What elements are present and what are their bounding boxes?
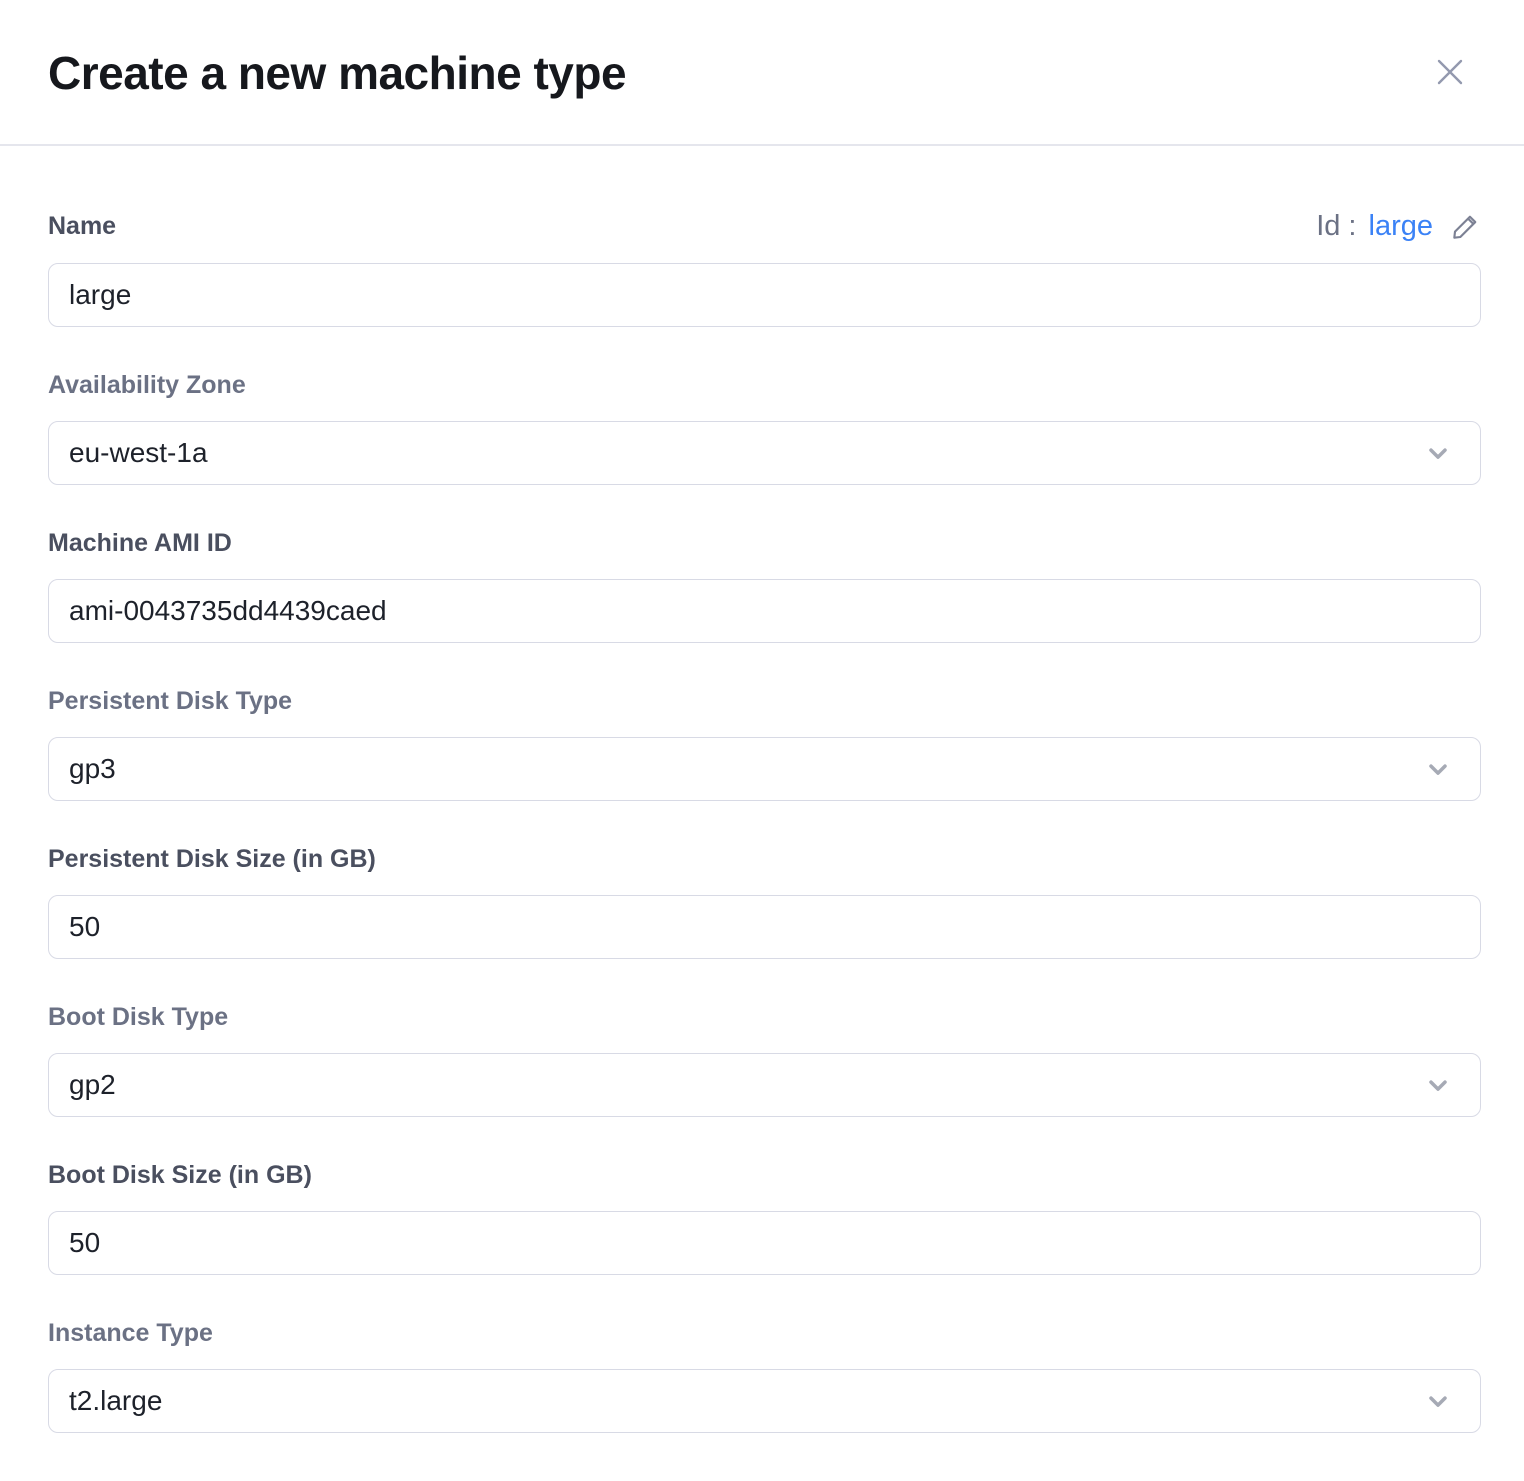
persistent-disk-type-select[interactable]: gp3: [48, 737, 1481, 801]
boot-disk-type-value: gp2: [69, 1069, 116, 1101]
name-label-row: Name Id : large: [48, 210, 1481, 243]
availability-zone-select[interactable]: eu-west-1a: [48, 421, 1481, 485]
persistent-disk-size-label: Persistent Disk Size (in GB): [48, 845, 376, 874]
close-button[interactable]: [1432, 54, 1468, 90]
instance-type-label: Instance Type: [48, 1319, 213, 1348]
boot-disk-type-label: Boot Disk Type: [48, 1003, 228, 1032]
boot-disk-size-label: Boot Disk Size (in GB): [48, 1161, 312, 1190]
persistent-disk-size-input[interactable]: [48, 895, 1481, 959]
field-boot-disk-type: Boot Disk Type gp2: [48, 1001, 1481, 1117]
name-label: Name: [48, 212, 116, 241]
edit-id-button[interactable]: [1449, 211, 1481, 243]
id-prefix: Id :: [1316, 210, 1356, 243]
field-machine-ami-id: Machine AMI ID: [48, 527, 1481, 643]
chevron-down-icon: [1424, 755, 1452, 783]
field-persistent-disk-size: Persistent Disk Size (in GB): [48, 843, 1481, 959]
field-availability-zone: Availability Zone eu-west-1a: [48, 369, 1481, 485]
modal-title: Create a new machine type: [48, 46, 626, 100]
modal-header: Create a new machine type: [0, 0, 1524, 146]
boot-disk-type-select[interactable]: gp2: [48, 1053, 1481, 1117]
chevron-down-icon: [1424, 439, 1452, 467]
availability-zone-label: Availability Zone: [48, 371, 246, 400]
boot-disk-size-input[interactable]: [48, 1211, 1481, 1275]
availability-zone-value: eu-west-1a: [69, 437, 208, 469]
field-boot-disk-size: Boot Disk Size (in GB): [48, 1159, 1481, 1275]
id-row: Id : large: [1316, 210, 1481, 243]
machine-ami-id-input[interactable]: [48, 579, 1481, 643]
persistent-disk-type-value: gp3: [69, 753, 116, 785]
instance-type-value: t2.large: [69, 1385, 162, 1417]
instance-type-select[interactable]: t2.large: [48, 1369, 1481, 1433]
pencil-icon: [1449, 211, 1481, 243]
chevron-down-icon: [1424, 1387, 1452, 1415]
id-value: large: [1369, 210, 1434, 243]
field-name: Name Id : large: [48, 210, 1481, 327]
create-machine-type-modal: Create a new machine type Name Id : larg…: [0, 0, 1524, 1418]
machine-ami-id-label: Machine AMI ID: [48, 529, 232, 558]
modal-body: Name Id : large Availa: [0, 210, 1524, 1481]
chevron-down-icon: [1424, 1071, 1452, 1099]
name-input[interactable]: [48, 263, 1481, 327]
x-icon: [1433, 55, 1467, 89]
field-persistent-disk-type: Persistent Disk Type gp3: [48, 685, 1481, 801]
persistent-disk-type-label: Persistent Disk Type: [48, 687, 292, 716]
field-instance-type: Instance Type t2.large: [48, 1317, 1481, 1433]
